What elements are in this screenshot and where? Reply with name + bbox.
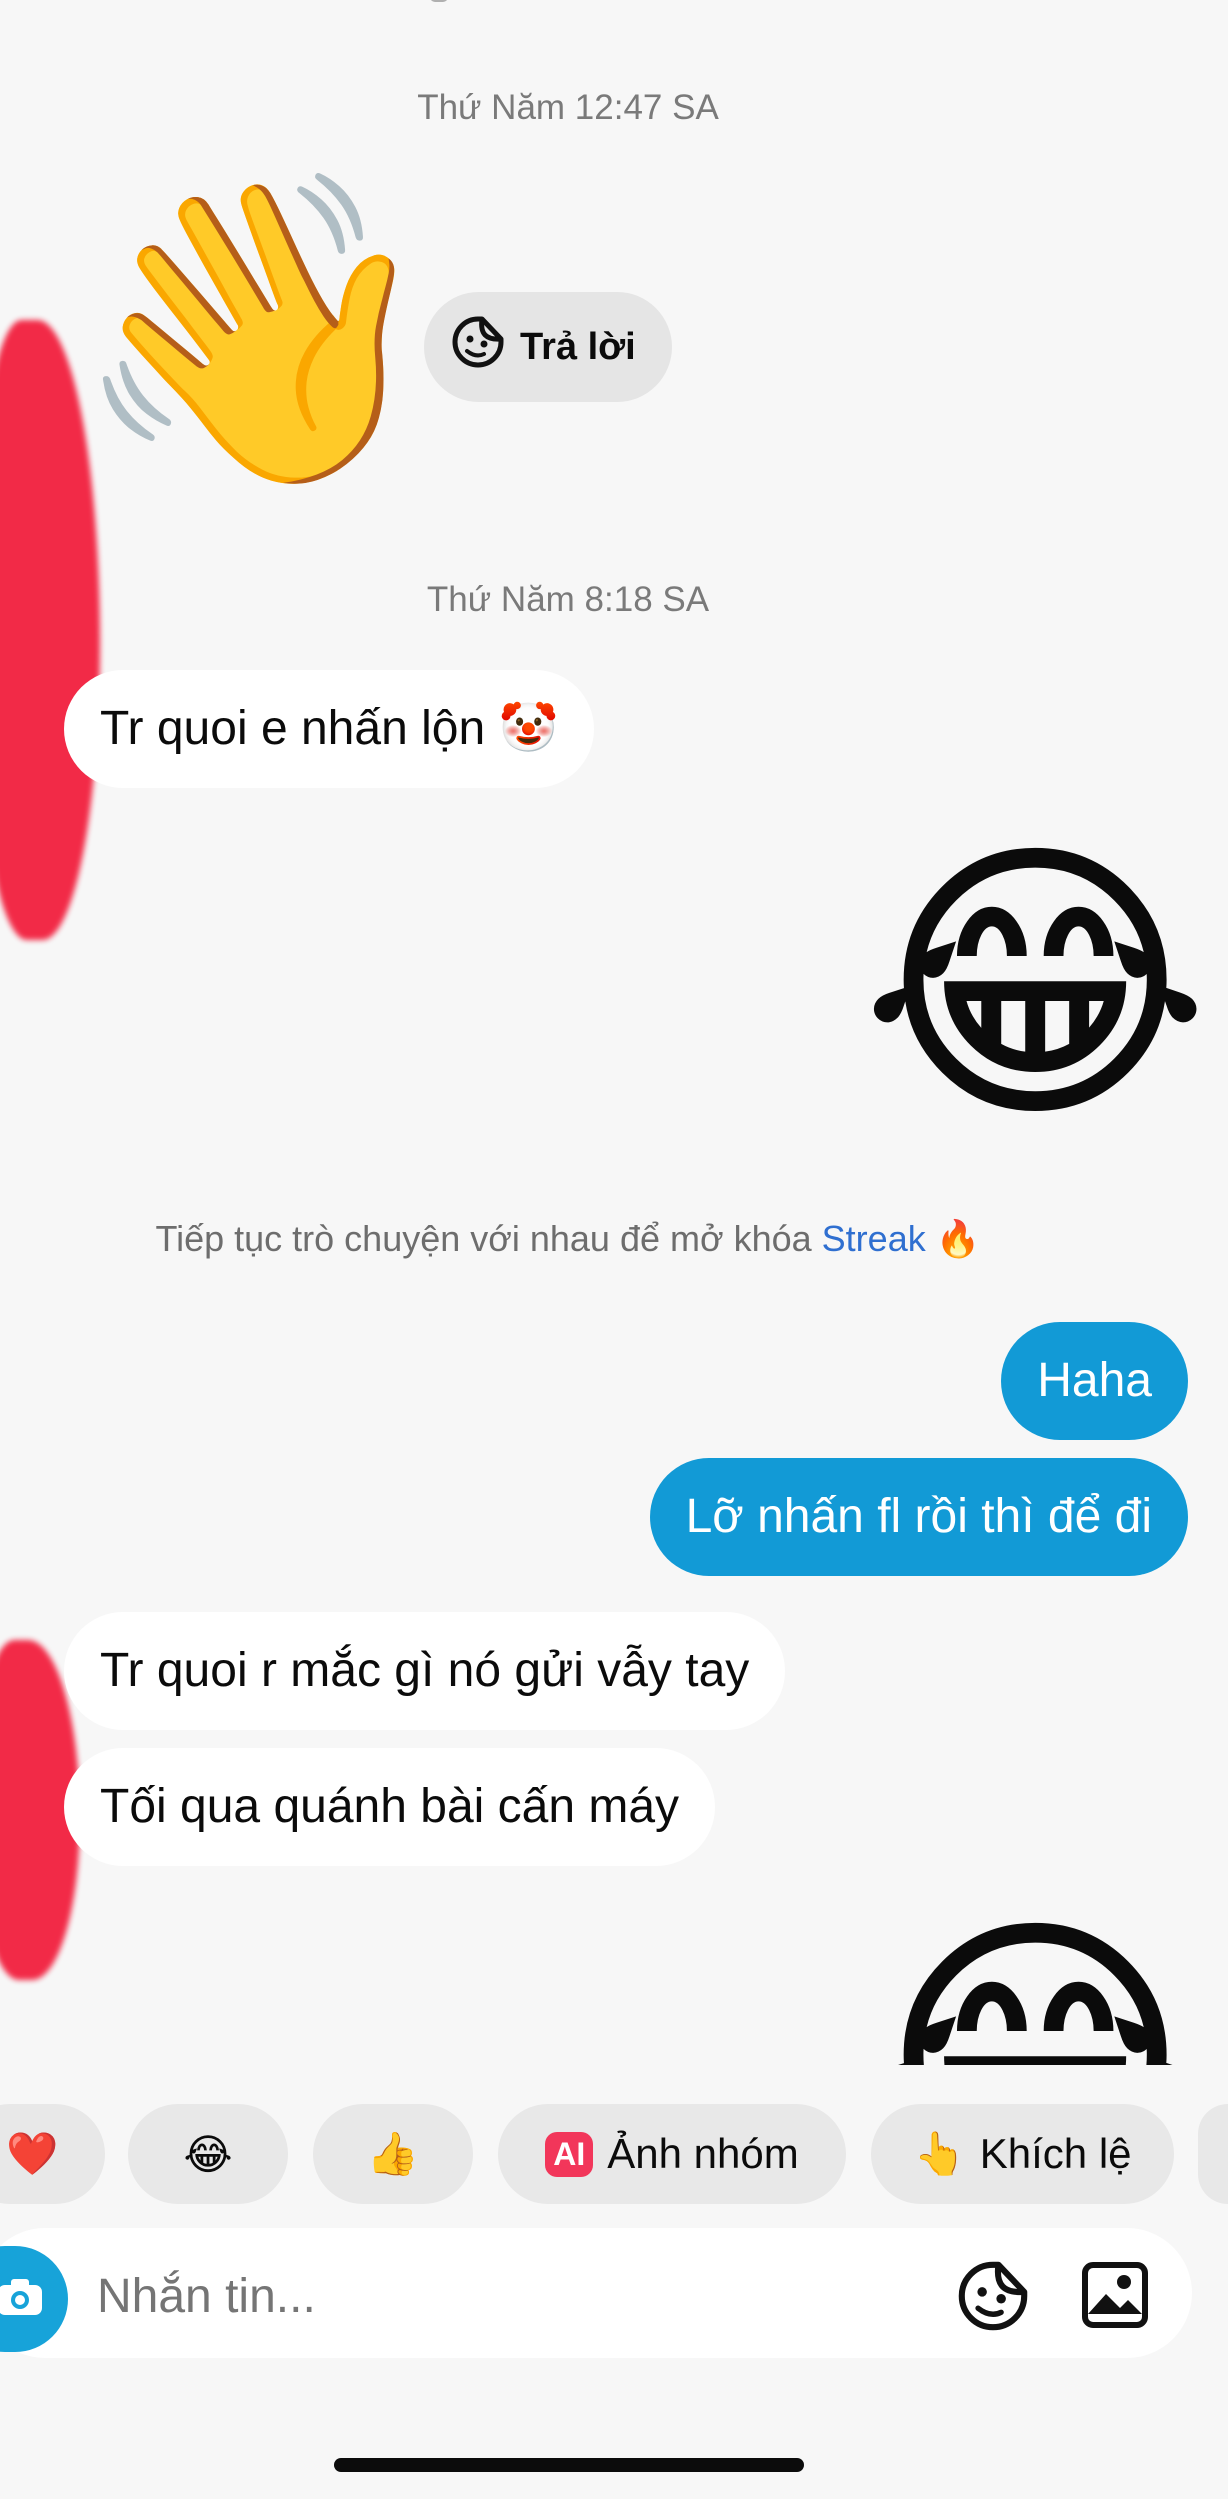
quick-reply-heart[interactable]: ❤️: [0, 2104, 105, 2204]
image-icon: [1080, 2262, 1150, 2334]
reply-button[interactable]: Trả lời: [424, 292, 672, 402]
sticker-button[interactable]: [955, 2258, 1031, 2334]
incoming-message[interactable]: Tối qua quánh bài cấn máy: [64, 1748, 716, 1866]
pointing-hand-icon: 👆: [913, 2129, 966, 2177]
home-indicator: [334, 2458, 804, 2472]
encourage-label: Khích lệ: [979, 2130, 1132, 2177]
quick-reply-encourage[interactable]: 👆 Khích lệ: [871, 2104, 1174, 2204]
message-input[interactable]: [95, 2250, 919, 2342]
quick-reply-group-photo[interactable]: AI Ảnh nhóm: [498, 2104, 846, 2204]
laugh-sticker[interactable]: 😂: [860, 835, 1211, 1135]
image-button[interactable]: [1080, 2260, 1150, 2330]
laugh-sticker-partial[interactable]: 😂: [860, 1910, 1180, 2065]
incoming-message[interactable]: Tr quoi e nhấn lộn 🤡: [64, 670, 595, 788]
group-photo-label: Ảnh nhóm: [607, 2130, 799, 2177]
outgoing-message[interactable]: Lỡ nhấn fl rồi thì để đi: [649, 1458, 1188, 1576]
streak-hint: Tiếp tục trò chuyện với nhau để mở khóa …: [0, 1218, 1136, 1260]
quick-reply-more[interactable]: [1198, 2104, 1228, 2204]
reply-label: Trả lời: [520, 325, 636, 368]
quick-reply-thumbs-up[interactable]: 👍: [313, 2104, 473, 2204]
sticker-icon: [450, 314, 506, 380]
camera-icon: [0, 2277, 44, 2322]
wave-sticker[interactable]: 👋: [70, 180, 444, 480]
ai-badge-icon: AI: [545, 2131, 594, 2177]
quick-reply-laugh[interactable]: 😂: [128, 2104, 288, 2204]
thumbs-up-icon: 👍: [366, 2129, 420, 2177]
laugh-icon: 😂: [183, 2130, 233, 2178]
streak-text: Tiếp tục trò chuyện với nhau để mở khóa: [155, 1218, 822, 1259]
sticker-icon: [955, 2261, 1031, 2338]
heart-icon: ❤️: [6, 2129, 59, 2177]
outgoing-message[interactable]: Haha: [1001, 1322, 1188, 1440]
laugh-emoji: 😂: [860, 1910, 1180, 2065]
streak-link[interactable]: Streak: [822, 1218, 926, 1259]
timestamp: Thứ Năm 12:47 SA: [417, 88, 719, 127]
timestamp: Thứ Năm 8:18 SA: [426, 580, 710, 619]
incoming-message[interactable]: Tr quoi r mắc gì nó gửi vẫy tay: [64, 1612, 786, 1730]
scroll-indicator-dot: [430, 0, 448, 2]
fire-icon: 🔥: [935, 1218, 981, 1259]
